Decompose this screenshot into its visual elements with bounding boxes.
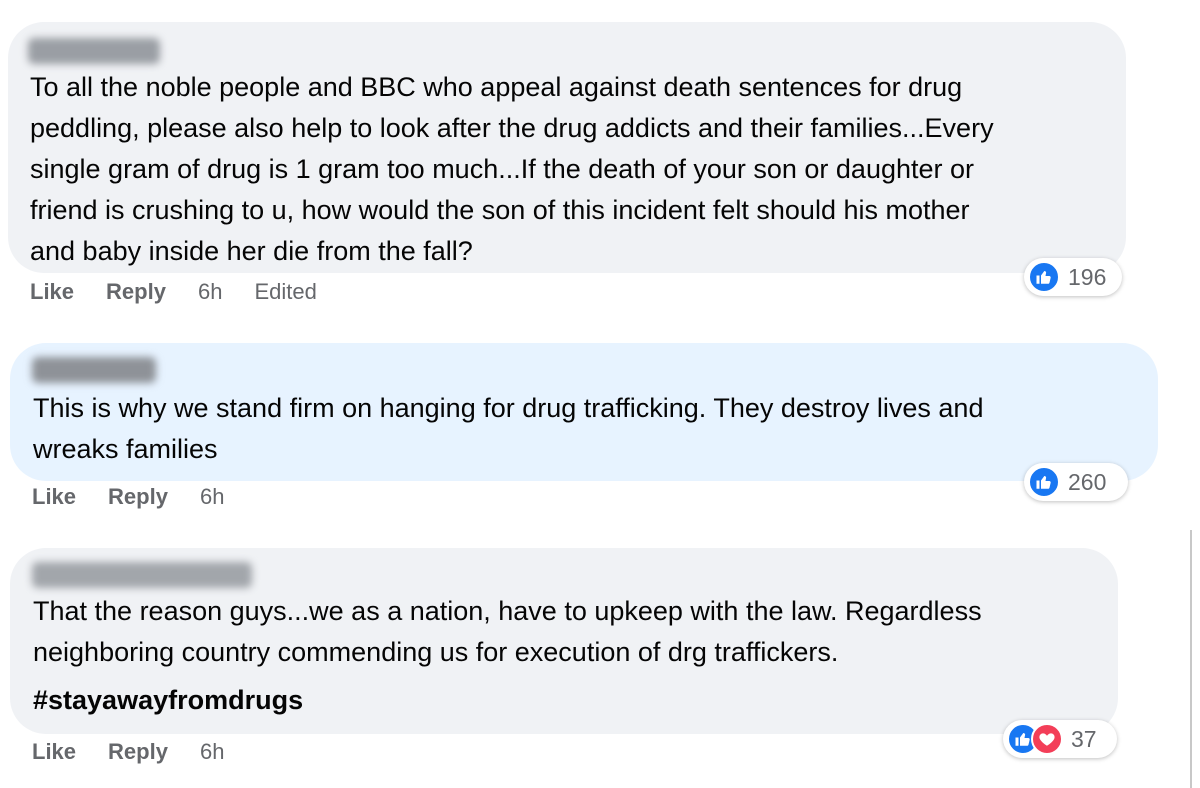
comment-text: This is why we stand firm on hanging for… — [33, 393, 984, 464]
comment-text: To all the noble people and BBC who appe… — [30, 72, 994, 266]
heart-icon — [1031, 723, 1063, 755]
comment-timestamp[interactable]: 6h — [198, 279, 222, 305]
thumbs-up-icon — [1028, 261, 1060, 293]
reaction-count: 196 — [1068, 263, 1107, 290]
comment-author-name[interactable] — [32, 562, 252, 588]
reaction-summary[interactable]: 196 — [1024, 258, 1122, 296]
reply-button[interactable]: Reply — [106, 279, 166, 305]
right-edge-divider — [1190, 530, 1192, 788]
hashtag-link[interactable]: #stayawayfromdrugs — [33, 685, 303, 716]
comment-text: That the reason guys...we as a nation, h… — [33, 596, 982, 667]
reaction-summary[interactable]: 37 — [1003, 720, 1117, 758]
like-button[interactable]: Like — [30, 279, 74, 305]
comment-timestamp[interactable]: 6h — [200, 484, 224, 510]
comment-author-name[interactable] — [32, 357, 156, 383]
edited-label[interactable]: Edited — [254, 279, 316, 305]
reaction-summary[interactable]: 260 — [1024, 463, 1128, 501]
reply-button[interactable]: Reply — [108, 484, 168, 510]
reply-button[interactable]: Reply — [108, 739, 168, 765]
comment-actions: Like Reply 6h — [32, 484, 256, 510]
comment-author-name[interactable] — [28, 38, 160, 64]
comment-actions: Like Reply 6h Edited — [30, 279, 349, 305]
like-button[interactable]: Like — [32, 484, 76, 510]
reaction-count: 260 — [1068, 468, 1107, 495]
reaction-count: 37 — [1071, 725, 1097, 752]
comment-actions: Like Reply 6h — [32, 739, 256, 765]
comment-timestamp[interactable]: 6h — [200, 739, 224, 765]
like-button[interactable]: Like — [32, 739, 76, 765]
thumbs-up-icon — [1028, 466, 1060, 498]
